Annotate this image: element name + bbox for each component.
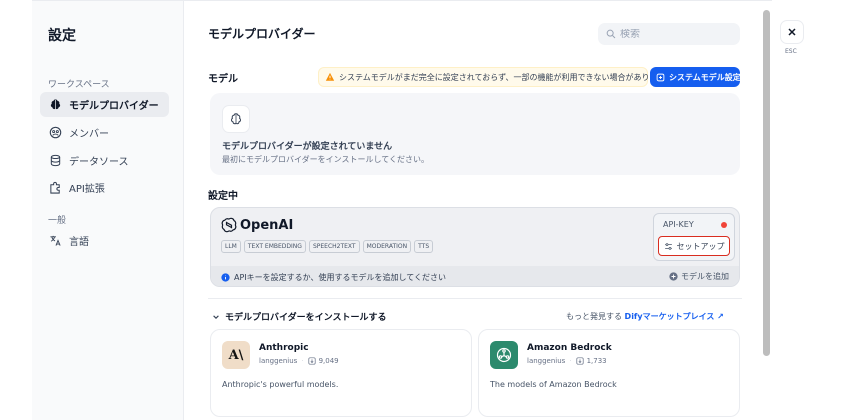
openai-provider-card: OpenAI LLM TEXT EMBEDDING SPEECH2TEXT MO… (210, 207, 740, 287)
chevron-down-icon (212, 313, 220, 321)
sidebar-item-members[interactable]: メンバー (40, 120, 169, 145)
provider-name: OpenAI (240, 217, 294, 233)
provider-card-anthropic[interactable]: A\ Anthropic langgenius · 9,049 Anthropi… (210, 329, 472, 417)
close-button[interactable] (780, 20, 804, 44)
settings-sidebar: 設定 ワークスペース モデルプロバイダー メンバー データソース API拡張 一… (32, 1, 184, 420)
esc-label: ESC (785, 48, 797, 55)
left-background (0, 0, 32, 420)
settings-cube-icon (656, 73, 665, 82)
setup-button-label: セットアップ (676, 241, 725, 251)
add-model-button[interactable]: モデルを追加 (669, 271, 729, 282)
sidebar-item-label: 言語 (69, 237, 89, 248)
system-model-settings-button[interactable]: システムモデル設定 (650, 67, 741, 87)
provider-name: Anthropic (259, 343, 309, 353)
sidebar-item-label: モデルプロバイダー (69, 101, 159, 112)
provider-meta: langgenius · 1,733 (527, 357, 607, 365)
plus-circle-icon (669, 272, 678, 281)
install-section-toggle[interactable]: モデルプロバイダーをインストールする (212, 310, 386, 323)
page-title: モデルプロバイダー (208, 27, 316, 41)
section-divider (208, 298, 742, 299)
system-model-settings-label: システムモデル設定 (669, 72, 741, 82)
api-key-status-dot (721, 222, 727, 228)
sidebar-item-model-provider[interactable]: モデルプロバイダー (40, 92, 169, 117)
openai-icon (221, 217, 237, 233)
api-key-label: API-KEY (663, 220, 694, 229)
group-label-general: 一般 (48, 216, 67, 226)
api-key-panel: API-KEY セットアップ (653, 213, 735, 261)
provider-meta: langgenius · 9,049 (259, 357, 339, 365)
marketplace-link-label: Difyマーケットプレイス (624, 312, 715, 321)
tag-llm: LLM (221, 240, 241, 253)
install-section-title: モデルプロバイダーをインストールする (225, 313, 387, 323)
sidebar-item-label: データソース (69, 157, 129, 168)
provider-card-footer: APIキーを設定するか、使用するモデルを追加してください モデルを追加 (211, 266, 739, 286)
no-provider-card: モデルプロバイダーが設定されていません 最初にモデルプロバイダーをインストールし… (210, 93, 740, 175)
puzzle-icon (48, 181, 62, 195)
warning-icon (325, 72, 335, 82)
provider-name: Amazon Bedrock (527, 343, 612, 353)
bedrock-logo-icon (490, 341, 518, 369)
search-icon (606, 29, 616, 39)
provider-org: langgenius (527, 357, 566, 365)
provider-description: The models of Amazon Bedrock (490, 380, 617, 389)
provider-card-amazon-bedrock[interactable]: Amazon Bedrock langgenius · 1,733 The mo… (478, 329, 740, 417)
main-content: モデルプロバイダー モデル システムモデルがまだ完全に設定されておらず、一部の機… (208, 1, 764, 420)
tag-moderation: MODERATION (362, 240, 412, 253)
install-count: 9,049 (318, 357, 339, 365)
add-model-label: モデルを追加 (681, 272, 729, 281)
discover-more: もっと発見する Difyマーケットプレイス ↗ (566, 311, 724, 322)
group-label-workspace: ワークスペース (48, 80, 110, 90)
search-box[interactable] (598, 23, 740, 45)
translate-icon (48, 234, 62, 248)
system-model-warning: システムモデルがまだ完全に設定されておらず、一部の機能が利用できない場合がありま… (318, 67, 673, 87)
setup-button[interactable]: セットアップ (658, 236, 730, 256)
meta-separator: · (301, 357, 304, 365)
scrollbar[interactable] (763, 10, 770, 356)
warning-text: システムモデルがまだ完全に設定されておらず、一部の機能が利用できない場合がありま… (339, 72, 673, 82)
configured-section-label: 設定中 (208, 191, 238, 202)
brain-icon (48, 98, 62, 112)
install-count-icon (576, 357, 584, 365)
tag-text-embedding: TEXT EMBEDDING (243, 240, 306, 253)
no-provider-description: 最初にモデルプロバイダーをインストールしてください。 (222, 155, 430, 164)
provider-description: Anthropic's powerful models. (222, 380, 339, 389)
sidebar-item-label: メンバー (69, 129, 109, 140)
sidebar-item-datasource[interactable]: データソース (40, 148, 169, 173)
search-input[interactable] (620, 28, 730, 40)
anthropic-logo-icon: A\ (222, 341, 250, 369)
tag-tts: TTS (414, 240, 434, 253)
marketplace-link[interactable]: Difyマーケットプレイス ↗ (625, 312, 724, 321)
meta-separator: · (569, 357, 572, 365)
discover-prefix: もっと発見する (566, 312, 622, 321)
capability-tags: LLM TEXT EMBEDDING SPEECH2TEXT MODERATIO… (221, 240, 434, 253)
sidebar-item-api-extension[interactable]: API拡張 (40, 175, 169, 200)
database-icon (48, 154, 62, 168)
close-icon (787, 27, 797, 37)
sidebar-item-label: API拡張 (69, 184, 105, 195)
members-icon (48, 126, 62, 140)
sidebar-item-language[interactable]: 言語 (40, 228, 169, 253)
sidebar-title: 設定 (48, 28, 76, 44)
tag-speech2text: SPEECH2TEXT (308, 240, 360, 253)
anthropic-logo-text: A\ (228, 347, 244, 363)
model-section-label: モデル (208, 74, 238, 85)
install-count: 1,733 (586, 357, 607, 365)
openai-logo: OpenAI (221, 217, 293, 233)
settings-sliders-icon (664, 242, 673, 251)
provider-org: langgenius (259, 357, 298, 365)
footer-hint: APIキーを設定するか、使用するモデルを追加してください (234, 272, 447, 282)
no-provider-title: モデルプロバイダーが設定されていません (222, 142, 393, 152)
brain-outline-icon (222, 105, 250, 133)
install-count-icon (308, 357, 316, 365)
info-icon (221, 272, 230, 282)
settings-modal: 設定 ワークスペース モデルプロバイダー メンバー データソース API拡張 一… (32, 0, 772, 420)
